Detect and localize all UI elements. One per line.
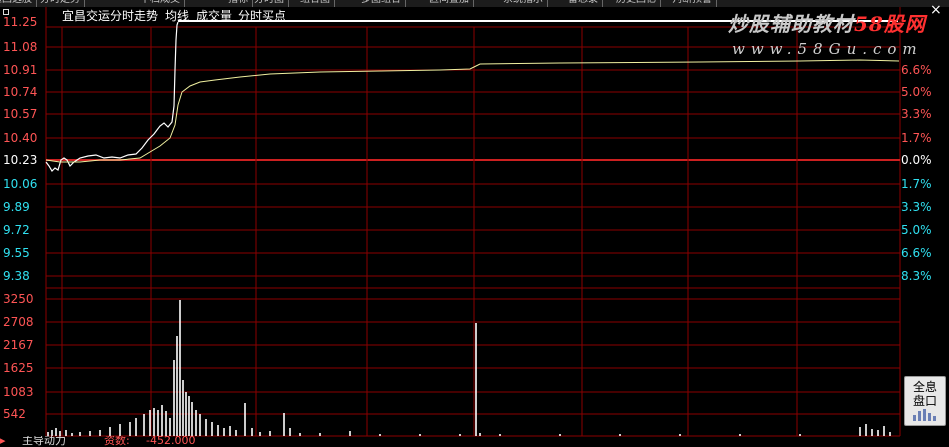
close-icon[interactable]: × bbox=[930, 2, 942, 18]
volume-tick-label: 1625 bbox=[3, 361, 34, 375]
price-tick-label: 11.08 bbox=[3, 40, 37, 54]
price-tick-label: 9.38 bbox=[3, 269, 30, 283]
price-tick-label: 10.57 bbox=[3, 107, 37, 121]
price-tick-label: 10.40 bbox=[3, 131, 37, 145]
price-tick-label: 10.06 bbox=[3, 177, 37, 191]
percent-tick-label: 0.0% bbox=[901, 153, 932, 167]
price-tick-label: 9.55 bbox=[3, 246, 30, 260]
watermark-url: www.58Gu.com bbox=[732, 40, 923, 58]
percent-tick-label: 6.6% bbox=[901, 246, 932, 260]
price-line bbox=[45, 21, 179, 172]
volume-tick-label: 2708 bbox=[3, 315, 34, 329]
full-depth-button[interactable]: 全息 盘口 bbox=[904, 376, 946, 426]
indicator-value: -452.000 bbox=[146, 436, 196, 447]
price-tick-label: 10.91 bbox=[3, 63, 37, 77]
full-depth-label-2: 盘口 bbox=[912, 394, 937, 408]
percent-tick-label: 3.3% bbox=[901, 200, 932, 214]
volume-tick-label: 2167 bbox=[3, 338, 34, 352]
price-tick-label: 11.25 bbox=[3, 15, 37, 29]
intraday-chart: 11.25 11.08 10.91 10.74 10.57 10.40 10.23 10.06… bbox=[3, 2, 942, 437]
indicator-arrow: ▸ bbox=[0, 436, 6, 447]
full-depth-label-1: 全息 bbox=[912, 380, 937, 394]
watermark-title: 炒股辅助教材58股网 bbox=[728, 12, 926, 36]
stock-title: 宜昌交运分时走势 bbox=[62, 8, 158, 23]
percent-tick-label: 5.0% bbox=[901, 223, 932, 237]
percent-tick-label: 8.3% bbox=[901, 269, 932, 283]
indicator-bar: ▸ 主导动力 资数: -452.000 bbox=[0, 436, 900, 447]
percent-tick-label: 1.7% bbox=[901, 177, 932, 191]
percent-tick-label: 6.6% bbox=[901, 63, 932, 77]
volume-tick-label: 1083 bbox=[3, 385, 34, 399]
price-tick-label: 9.89 bbox=[3, 200, 30, 214]
price-tick-label: 9.72 bbox=[3, 223, 30, 237]
volume-tick-label: 542 bbox=[3, 407, 26, 421]
indicator-key: 资数: bbox=[104, 436, 130, 447]
volume-tick-label: 3250 bbox=[3, 292, 34, 306]
pin-icon[interactable] bbox=[3, 9, 9, 15]
percent-tick-label: 5.0% bbox=[901, 85, 932, 99]
price-tick-label: 10.74 bbox=[3, 85, 37, 99]
percent-tick-label: 3.3% bbox=[901, 107, 932, 121]
percent-tick-label: 1.7% bbox=[901, 131, 932, 145]
indicator-name: 主导动力 bbox=[22, 436, 66, 447]
price-tick-label: 10.23 bbox=[3, 153, 37, 167]
watermark: 炒股辅助教材58股网 www.58Gu.com bbox=[728, 8, 926, 58]
bars-icon bbox=[913, 409, 937, 421]
